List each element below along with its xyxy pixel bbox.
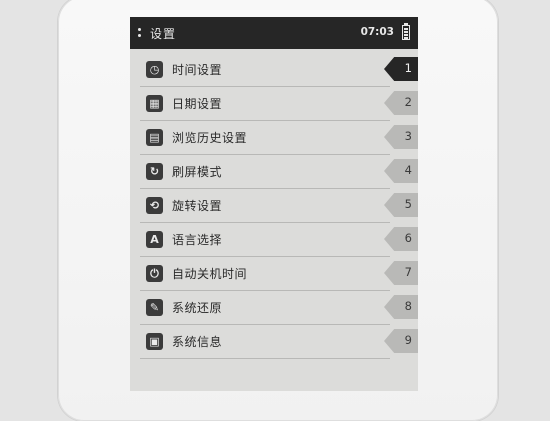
battery-icon — [402, 23, 410, 40]
rotate-settings-icon: ⟲ — [146, 197, 163, 214]
menu-item-number: 5 — [404, 197, 412, 211]
menu-item-label: 刷屏模式 — [172, 165, 223, 179]
auto-shutdown-icon: ⏻ — [146, 265, 163, 282]
menu-item-history-settings[interactable]: ▤ 浏览历史设置 3 — [130, 120, 418, 155]
system-info-icon: ▣ — [146, 333, 163, 350]
menu-item-number: 6 — [404, 231, 412, 245]
refresh-mode-icon: ↻ — [146, 163, 163, 180]
number-tab — [384, 193, 418, 217]
menu-item-auto-shutdown[interactable]: ⏻ 自动关机时间 7 — [130, 256, 418, 291]
language-icon: A — [146, 231, 163, 248]
menu-dots-icon[interactable] — [138, 28, 144, 38]
menu-item-language[interactable]: A 语言选择 6 — [130, 222, 418, 257]
system-restore-icon: ✎ — [146, 299, 163, 316]
menu-item-time-settings[interactable]: ◷ 时间设置 1 — [130, 52, 418, 87]
number-tab — [384, 159, 418, 183]
menu-item-number: 7 — [404, 265, 412, 279]
number-tab — [384, 295, 418, 319]
menu-item-label: 旋转设置 — [172, 199, 223, 213]
menu-item-label: 语言选择 — [172, 233, 223, 247]
menu-item-system-info[interactable]: ▣ 系统信息 9 — [130, 324, 418, 359]
device-screen: 设置 07:03 ◷ 时间设置 1 ▦ 日期设置 2 ▤ 浏览历史设置 3 ↻ … — [130, 17, 418, 391]
menu-item-system-restore[interactable]: ✎ 系统还原 8 — [130, 290, 418, 325]
number-tab — [384, 91, 418, 115]
menu-item-rotate-settings[interactable]: ⟲ 旋转设置 5 — [130, 188, 418, 223]
menu-item-number: 2 — [404, 95, 412, 109]
page-title: 设置 — [150, 27, 177, 41]
menu-item-date-settings[interactable]: ▦ 日期设置 2 — [130, 86, 418, 121]
menu-item-number: 9 — [404, 333, 412, 347]
number-tab — [384, 227, 418, 251]
menu-item-label: 日期设置 — [172, 97, 223, 111]
number-tab — [384, 329, 418, 353]
number-tab — [384, 261, 418, 285]
number-tab — [384, 57, 418, 81]
menu-item-label: 浏览历史设置 — [172, 131, 248, 145]
row-divider — [140, 358, 390, 359]
clock-settings-icon: ◷ — [146, 61, 163, 78]
calendar-settings-icon: ▦ — [146, 95, 163, 112]
menu-item-label: 自动关机时间 — [172, 267, 248, 281]
menu-item-label: 系统信息 — [172, 335, 223, 349]
history-settings-icon: ▤ — [146, 129, 163, 146]
menu-item-label: 系统还原 — [172, 301, 223, 315]
clock-time: 07:03 — [360, 26, 394, 38]
menu-item-number: 4 — [404, 163, 412, 177]
menu-item-number: 8 — [404, 299, 412, 313]
menu-item-number: 3 — [404, 129, 412, 143]
status-bar: 设置 07:03 — [130, 17, 418, 49]
menu-item-refresh-mode[interactable]: ↻ 刷屏模式 4 — [130, 154, 418, 189]
number-tab — [384, 125, 418, 149]
menu-item-label: 时间设置 — [172, 63, 223, 77]
menu-item-number: 1 — [404, 61, 412, 75]
